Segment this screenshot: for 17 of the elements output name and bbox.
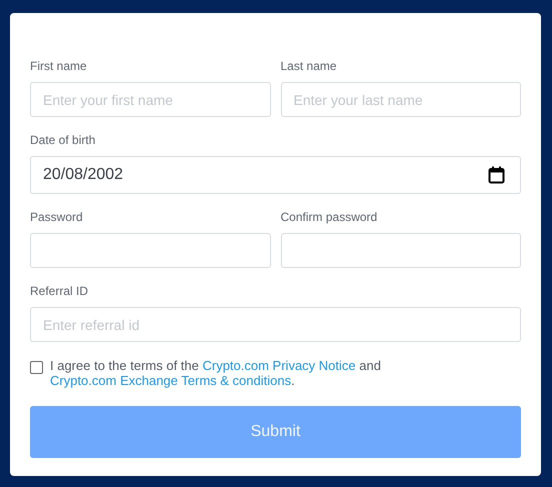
field-label: Referral ID	[30, 284, 90, 298]
date-field[interactable]: 20/08/2002	[30, 156, 521, 194]
field-label: First name	[30, 59, 88, 73]
field-label: Confirm password	[280, 210, 378, 224]
agreement-text: I agree to the terms of the Crypto.com Privacy Notice and Crypto.com Exchange Terms & conditions.	[50, 358, 382, 388]
text-field[interactable]: Enter your first name	[30, 82, 270, 117]
field-label: Password	[30, 210, 84, 224]
field-label: Last name	[280, 59, 338, 73]
terms-link[interactable]: Crypto.com Exchange Terms & conditions	[50, 373, 292, 388]
password-field[interactable]	[280, 233, 521, 268]
text-field[interactable]: Enter referral id	[30, 307, 521, 342]
calendar-icon[interactable]	[488, 166, 505, 184]
text-field[interactable]: Enter your last name	[280, 82, 521, 117]
terms-link[interactable]: Crypto.com Privacy Notice	[202, 358, 356, 373]
password-field[interactable]	[30, 233, 270, 268]
checkbox[interactable]	[30, 361, 43, 374]
field-label: Date of birth	[30, 133, 96, 147]
